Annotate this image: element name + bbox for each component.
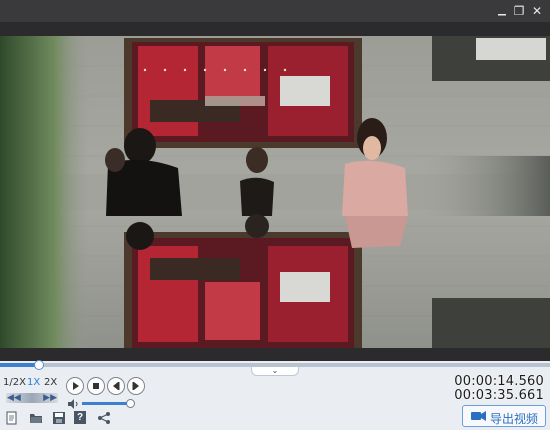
step-forward-icon[interactable]: ▶▶ [43,392,57,403]
export-video-button[interactable]: 导出视频 [462,405,546,427]
close-icon[interactable]: ✕ [529,3,545,19]
frame-step-slider[interactable]: ◀◀ ▶▶ [6,392,58,403]
video-scene [0,36,550,348]
restore-icon[interactable]: ❐ [511,3,527,19]
minimize-icon[interactable] [494,3,510,19]
volume-fill [82,402,130,405]
speed-half-button[interactable]: 1/2X [3,377,26,388]
progress-fill [0,363,39,367]
next-frame-button[interactable] [127,377,145,395]
video-frame[interactable] [0,36,550,348]
chevron-down-icon: ⌄ [271,366,279,375]
progress-thumb[interactable] [33,360,44,370]
new-file-icon[interactable] [5,411,19,425]
speed-normal-button[interactable]: 1X [27,377,40,388]
volume-thumb[interactable] [125,399,135,408]
current-time: 00:00:14.560 [454,374,544,389]
total-time: 00:03:35.661 [454,388,544,403]
stop-icon [93,383,99,389]
share-icon[interactable] [97,411,111,425]
previous-frame-button[interactable] [107,377,125,395]
save-icon[interactable] [52,411,66,425]
export-video-icon [471,411,486,421]
stop-button[interactable] [87,377,105,395]
collapse-panel-button[interactable]: ⌄ [251,367,299,376]
speed-double-button[interactable]: 2X [44,377,57,388]
title-bar: ❐ ✕ [0,0,550,22]
play-button[interactable] [66,377,84,395]
export-video-label: 导出视频 [490,412,539,426]
help-icon[interactable]: ? [74,411,86,424]
play-icon [73,382,79,390]
step-back-icon[interactable]: ◀◀ [7,392,21,403]
volume-icon[interactable] [67,398,79,410]
previous-icon [113,382,120,390]
open-folder-icon[interactable] [29,411,43,425]
next-icon [132,382,139,390]
